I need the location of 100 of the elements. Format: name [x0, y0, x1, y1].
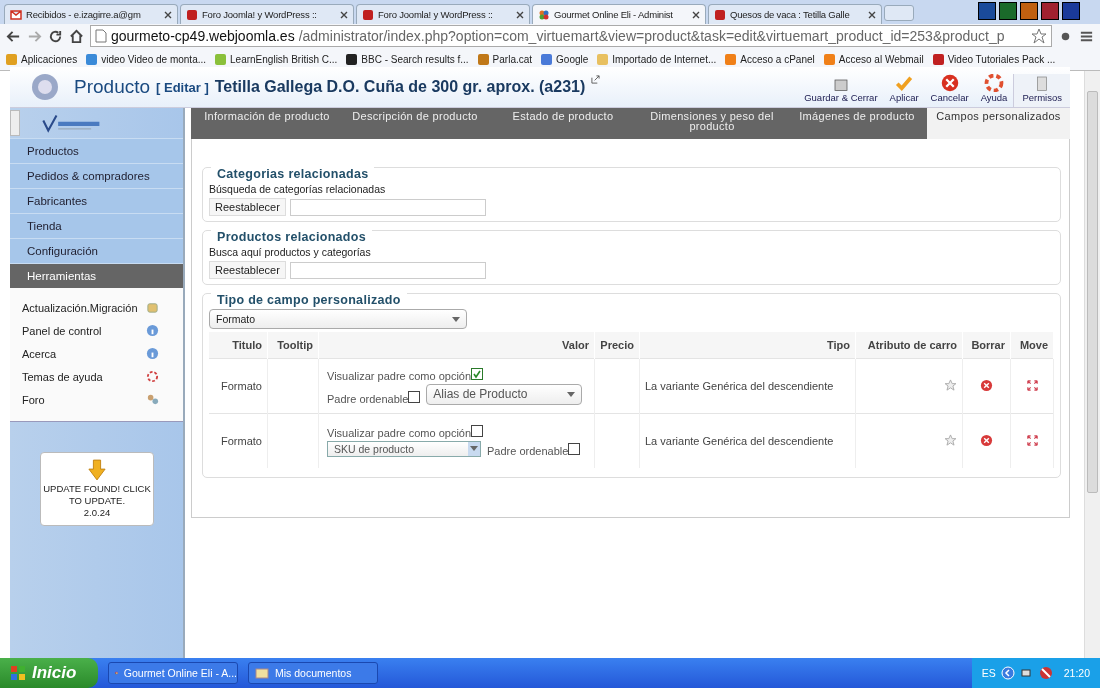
- page-icon: [95, 29, 107, 43]
- bookmark[interactable]: Importado de Internet...: [597, 53, 717, 65]
- bookmark[interactable]: Aplicaciones: [6, 53, 78, 65]
- sidebar-item[interactable]: Fabricantes: [10, 188, 183, 213]
- toolbar-button[interactable]: Permisos: [1013, 74, 1070, 107]
- address-field[interactable]: gourmeto-cp49.webjoomla.es /administrator/index.php?option=com_virtuemart&view=product&task=edit&virtuemart_product_id=253&product_p: [90, 25, 1052, 47]
- field-label: Busca aquí productos y categorías: [209, 246, 372, 258]
- sidebar-link[interactable]: Panel de control: [22, 324, 146, 337]
- bookmark[interactable]: Google: [541, 53, 589, 65]
- app-icon[interactable]: [978, 2, 996, 20]
- app-icon[interactable]: [999, 2, 1017, 20]
- info-icon: [146, 324, 159, 337]
- checkbox-label: Padre ordenable: [327, 392, 409, 405]
- blocked-icon[interactable]: [1038, 666, 1053, 680]
- box-icon: [146, 301, 159, 314]
- taskbar-item[interactable]: Gourmet Online Eli - A...: [108, 662, 238, 684]
- toolbar-button[interactable]: Cancelar: [924, 74, 975, 107]
- browser-tab[interactable]: Foro Joomla! y WordPress ::: [356, 4, 530, 24]
- browser-tab[interactable]: Quesos de vaca : Tetilla Galle: [708, 4, 882, 24]
- search-field[interactable]: [289, 261, 486, 279]
- checkbox[interactable]: [408, 390, 421, 403]
- bookmark[interactable]: Video Tutoriales Pack ...: [932, 53, 1056, 65]
- reset-button[interactable]: Reestablecer: [209, 261, 286, 279]
- app-icon[interactable]: [1020, 2, 1038, 20]
- product-logo-icon: [30, 72, 60, 102]
- star-icon[interactable]: [944, 378, 957, 392]
- field-type-dropdown[interactable]: Formato: [209, 309, 467, 329]
- sidebar-link[interactable]: Foro: [22, 393, 146, 406]
- move-icon[interactable]: [1025, 378, 1039, 392]
- column-header: Titulo: [209, 332, 268, 359]
- variant-dropdown[interactable]: SKU de producto: [327, 441, 481, 457]
- taskbar-item[interactable]: Mis documentos: [248, 662, 378, 684]
- sidebar-link[interactable]: Actualización.Migración: [22, 301, 146, 314]
- update-button[interactable]: UPDATE FOUND! CLICK TO UPDATE. 2.0.24: [40, 452, 154, 526]
- clock: 21:20: [1063, 667, 1090, 679]
- sidebar-link[interactable]: Acerca: [22, 347, 146, 360]
- checkbox[interactable]: [568, 443, 581, 455]
- site-icon: [362, 8, 374, 21]
- chevron-icon[interactable]: [1000, 666, 1015, 680]
- bookmark[interactable]: Parla.cat: [477, 53, 533, 65]
- sidebar-item[interactable]: Configuración: [10, 238, 183, 263]
- home-icon[interactable]: [69, 28, 84, 44]
- field-label: Búsqueda de categorías relacionadas: [209, 183, 387, 195]
- joomla-icon: [538, 8, 550, 21]
- checkbox-label: Padre ordenable: [487, 445, 569, 457]
- column-header: Tipo: [639, 332, 856, 359]
- reset-button[interactable]: Reestablecer: [209, 198, 286, 216]
- column-header: Precio: [594, 332, 640, 359]
- close-icon[interactable]: [692, 10, 700, 19]
- toolbar-button[interactable]: Guardar & Cerrar: [798, 74, 884, 107]
- browser-tab[interactable]: Foro Joomla! y WordPress ::: [180, 4, 354, 24]
- tab[interactable]: Información de producto: [193, 108, 341, 139]
- collapse-handle[interactable]: [10, 110, 20, 136]
- info-icon: [146, 347, 159, 360]
- search-field[interactable]: [289, 198, 486, 216]
- sidebar-item[interactable]: Pedidos & compradores: [10, 163, 183, 188]
- star-icon[interactable]: [944, 433, 957, 447]
- close-icon[interactable]: [340, 10, 348, 19]
- toolbar-button[interactable]: Ayuda: [974, 74, 1014, 107]
- column-header: Valor: [318, 332, 595, 359]
- tab[interactable]: Imágenes de producto: [787, 108, 927, 139]
- sidebar-item[interactable]: Productos: [10, 138, 183, 163]
- bookmark[interactable]: video Video de monta...: [86, 53, 207, 65]
- sidebar-item[interactable]: Herramientas: [10, 263, 183, 288]
- checkbox-label: Visualizar padre como opción: [327, 427, 472, 439]
- app-icon[interactable]: [1041, 2, 1059, 20]
- checkbox-label: Visualizar padre como opción: [327, 369, 472, 382]
- bookmark[interactable]: BBC - Search results f...: [346, 53, 469, 65]
- product-name: Tetilla Gallega D.O. Cuña de 300 gr. aprox. (a231): [214, 78, 586, 96]
- external-link-icon[interactable]: [591, 75, 601, 84]
- close-icon[interactable]: [868, 10, 876, 19]
- bookmark[interactable]: LearnEnglish British C...: [215, 53, 338, 65]
- page-title: Producto: [74, 76, 151, 98]
- close-icon[interactable]: [164, 10, 172, 19]
- sidebar-item[interactable]: Tienda: [10, 213, 183, 238]
- delete-icon[interactable]: [980, 378, 993, 392]
- reload-icon[interactable]: [48, 28, 63, 44]
- move-icon[interactable]: [1025, 433, 1039, 447]
- column-header: Borrar: [962, 332, 1011, 359]
- scrollbar[interactable]: [1084, 71, 1100, 658]
- close-icon[interactable]: [516, 10, 524, 19]
- delete-icon[interactable]: [980, 433, 993, 447]
- tab[interactable]: Campos personalizados: [927, 108, 1070, 139]
- fieldset-legend: Categorias relacionadas: [211, 167, 375, 181]
- network-icon[interactable]: [1019, 666, 1034, 680]
- star-icon[interactable]: [1031, 28, 1047, 44]
- tab[interactable]: Estado de producto: [489, 108, 637, 139]
- bookmark[interactable]: Acceso al Webmail: [823, 53, 924, 65]
- tab[interactable]: Descripción de producto: [341, 108, 489, 139]
- people-icon: [146, 393, 159, 406]
- download-arrow-icon: [88, 459, 106, 481]
- toolbar-button[interactable]: Aplicar: [883, 74, 925, 107]
- variant-dropdown[interactable]: Alias de Producto: [426, 383, 583, 405]
- bookmark[interactable]: Acceso a cPanel: [725, 53, 815, 65]
- checkbox[interactable]: [471, 367, 484, 380]
- sidebar-link[interactable]: Temas de ayuda: [22, 370, 146, 383]
- tab[interactable]: Dimensiones y peso del producto: [637, 108, 787, 139]
- checkbox[interactable]: [471, 425, 484, 437]
- browser-tab[interactable]: Recibidos - e.izagirre.a@gm: [4, 4, 178, 24]
- browser-tab[interactable]: Gourmet Online Eli - Administ: [532, 4, 706, 24]
